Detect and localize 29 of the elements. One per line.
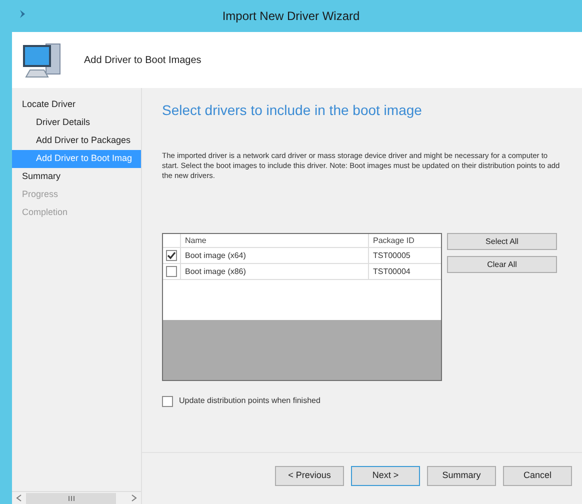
scroll-left-icon[interactable]	[16, 494, 22, 502]
horizontal-scrollbar[interactable]	[12, 491, 141, 504]
scroll-right-icon[interactable]	[131, 494, 137, 502]
checkmark-icon	[167, 251, 176, 260]
nav-item[interactable]: Locate Driver	[12, 96, 141, 114]
nav-item[interactable]: Driver Details	[12, 114, 141, 132]
checkbox-label[interactable]: Update distribution points when finished	[179, 395, 320, 407]
wizard-button[interactable]: Cancel	[503, 466, 572, 486]
table-cell-text: TST00005	[372, 250, 412, 262]
table-action-button[interactable]: Select All	[447, 233, 557, 250]
checkbox[interactable]	[166, 266, 177, 277]
window-title: Import New Driver Wizard	[222, 8, 360, 25]
table-cell-text: TST00004	[372, 266, 412, 278]
wizard-button[interactable]: < Previous	[275, 466, 344, 486]
scroll-thumb[interactable]	[26, 492, 116, 504]
page-heading: Select drivers to include in the boot image	[162, 101, 423, 120]
wizard-button[interactable]: Next >	[351, 466, 420, 486]
nav-item[interactable]: Add Driver to Packages	[12, 132, 141, 150]
column-header[interactable]: Name	[181, 234, 369, 247]
table-action-button[interactable]: Clear All	[447, 256, 557, 273]
wizard-button[interactable]: Summary	[427, 466, 496, 486]
checkbox[interactable]	[166, 250, 177, 261]
header-title: Add Driver to Boot Images	[84, 54, 202, 68]
column-header[interactable]: Package ID	[369, 234, 441, 247]
table-cell: Boot image (x86)	[181, 264, 369, 279]
nav-item[interactable]: Summary	[12, 168, 141, 186]
grip-icon	[68, 496, 74, 500]
table-cell: Boot image (x64)	[181, 248, 369, 263]
checkbox[interactable]	[162, 396, 173, 406]
